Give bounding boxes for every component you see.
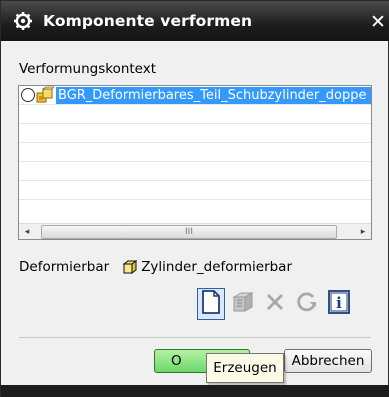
list-empty-row — [19, 124, 371, 143]
list-item[interactable]: BGR_Deformierbares_Teil_Schubzylinder_do… — [19, 86, 371, 105]
deformable-row: Deformierbar Zylinder_deformierbar — [19, 259, 292, 275]
context-section-label: Verformungskontext — [19, 61, 157, 77]
refresh-icon — [296, 291, 318, 317]
x-icon — [264, 291, 286, 317]
scroll-left-arrow[interactable]: ◂ — [19, 224, 35, 240]
list-empty-row — [19, 162, 371, 181]
list-item-label: BGR_Deformierbares_Teil_Schubzylinder_do… — [56, 86, 371, 104]
horizontal-scrollbar[interactable]: ◂ III ▸ — [19, 223, 371, 239]
context-listbox[interactable]: BGR_Deformierbares_Teil_Schubzylinder_do… — [18, 85, 372, 240]
bottom-strip — [1, 385, 389, 397]
gear-icon — [11, 9, 35, 33]
component-icon — [231, 290, 255, 318]
list-empty-row — [19, 181, 371, 200]
radio-button[interactable] — [21, 88, 35, 102]
dialog-title: Komponente verformen — [43, 12, 253, 30]
list-empty-row — [19, 105, 371, 124]
cancel-button[interactable]: Abbrechen — [284, 349, 372, 373]
scroll-track[interactable]: III — [35, 224, 355, 240]
info-glyph: i — [336, 294, 342, 312]
refresh-button[interactable] — [293, 288, 321, 320]
title-bar[interactable]: Komponente verformen ✕ — [1, 1, 389, 41]
scroll-right-arrow[interactable]: ▸ — [355, 224, 371, 240]
info-icon: i — [328, 290, 350, 318]
toolbar: i — [197, 288, 353, 320]
assembly-icon — [36, 86, 55, 104]
scroll-thumb[interactable]: III — [41, 224, 337, 239]
document-icon — [201, 290, 221, 318]
tooltip: Erzeugen — [206, 353, 284, 383]
deformable-value: Zylinder_deformierbar — [141, 259, 293, 275]
new-document-button[interactable] — [197, 288, 225, 320]
part-cube-icon — [122, 260, 138, 274]
separator — [19, 337, 371, 338]
deformable-label: Deformierbar — [19, 259, 110, 275]
close-button[interactable]: ✕ — [368, 13, 388, 33]
info-button[interactable]: i — [325, 288, 353, 320]
delete-button[interactable] — [261, 288, 289, 320]
component-button[interactable] — [229, 288, 257, 320]
dialog-window: Komponente verformen ✕ Verformungskontex… — [0, 0, 389, 397]
list-empty-row — [19, 143, 371, 162]
